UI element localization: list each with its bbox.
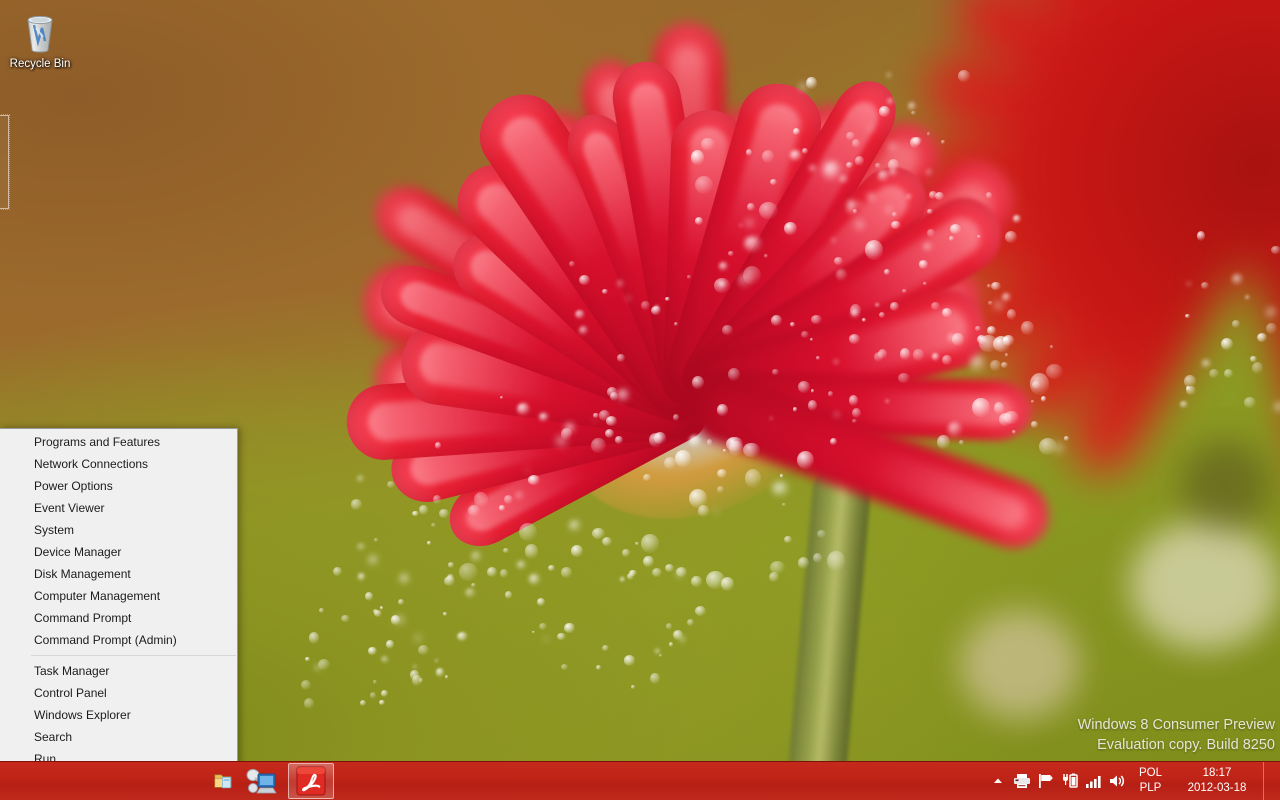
menu-item-power-options[interactable]: Power Options bbox=[0, 475, 237, 497]
action-center-button[interactable] bbox=[1034, 762, 1058, 800]
clock-time: 18:17 bbox=[1202, 767, 1232, 779]
system-tray[interactable]: POL PLP 18:17 2012-03-18 bbox=[986, 762, 1280, 800]
menu-item-network-connections[interactable]: Network Connections bbox=[0, 453, 237, 475]
pdf-icon bbox=[296, 766, 326, 796]
menu-item-device-manager[interactable]: Device Manager bbox=[0, 541, 237, 563]
menu-item-command-prompt-admin[interactable]: Command Prompt (Admin) bbox=[0, 629, 237, 651]
volume-button[interactable] bbox=[1106, 762, 1130, 800]
language-indicator[interactable]: POL PLP bbox=[1130, 766, 1171, 796]
menu-item-search[interactable]: Search bbox=[0, 726, 237, 748]
printer-tray-icon-button[interactable] bbox=[1010, 762, 1034, 800]
bokeh-highlight bbox=[1180, 440, 1270, 530]
menu-item-disk-management[interactable]: Disk Management bbox=[0, 563, 237, 585]
menu-item-event-viewer[interactable]: Event Viewer bbox=[0, 497, 237, 519]
chevron-up-icon bbox=[993, 778, 1002, 783]
menu-item-control-panel[interactable]: Control Panel bbox=[0, 682, 237, 704]
menu-item-programs-and-features[interactable]: Programs and Features bbox=[0, 431, 237, 453]
network-button[interactable] bbox=[1082, 762, 1106, 800]
menu-item-system[interactable]: System bbox=[0, 519, 237, 541]
speaker-icon bbox=[1110, 775, 1125, 787]
winx-power-user-menu[interactable]: Programs and Features Network Connections… bbox=[0, 428, 238, 800]
taskbar[interactable]: POL PLP 18:17 2012-03-18 bbox=[0, 761, 1280, 800]
recycle-bin-icon bbox=[27, 15, 53, 53]
battery-charging-icon bbox=[1062, 773, 1078, 788]
taskbar-button-windows-explorer[interactable] bbox=[212, 763, 234, 799]
menu-separator bbox=[31, 655, 236, 656]
printer-icon bbox=[1013, 774, 1030, 788]
show-hidden-icons-button[interactable] bbox=[986, 762, 1010, 800]
desktop-icon-focus-frame[interactable] bbox=[0, 114, 10, 210]
taskbar-button-adobe-acrobat[interactable] bbox=[288, 763, 334, 799]
taskbar-button-computer[interactable] bbox=[238, 763, 284, 799]
language-line-1: POL bbox=[1138, 767, 1162, 779]
bokeh-highlight bbox=[960, 610, 1080, 720]
menu-item-computer-management[interactable]: Computer Management bbox=[0, 585, 237, 607]
menu-item-command-prompt[interactable]: Command Prompt bbox=[0, 607, 237, 629]
language-line-2: PLP bbox=[1139, 782, 1162, 794]
menu-item-task-manager[interactable]: Task Manager bbox=[0, 660, 237, 682]
clock-date: 2012-03-18 bbox=[1187, 782, 1247, 794]
clock[interactable]: 18:17 2012-03-18 bbox=[1171, 766, 1263, 796]
menu-item-windows-explorer[interactable]: Windows Explorer bbox=[0, 704, 237, 726]
signal-bars-icon bbox=[1085, 776, 1101, 788]
desktop-icon-recycle-bin[interactable]: Recycle Bin bbox=[2, 8, 78, 71]
bokeh-highlight bbox=[1130, 520, 1280, 650]
flag-icon bbox=[1039, 774, 1054, 788]
show-desktop-button[interactable] bbox=[1263, 762, 1274, 800]
battery-button[interactable] bbox=[1058, 762, 1082, 800]
desktop-screen[interactable]: Recycle Bin Programs and Features Network… bbox=[0, 0, 1280, 800]
taskbar-app-buttons bbox=[214, 762, 336, 800]
desktop-icon-label: Recycle Bin bbox=[9, 58, 71, 70]
computer-icon bbox=[246, 768, 277, 794]
folder-icon bbox=[214, 774, 232, 789]
